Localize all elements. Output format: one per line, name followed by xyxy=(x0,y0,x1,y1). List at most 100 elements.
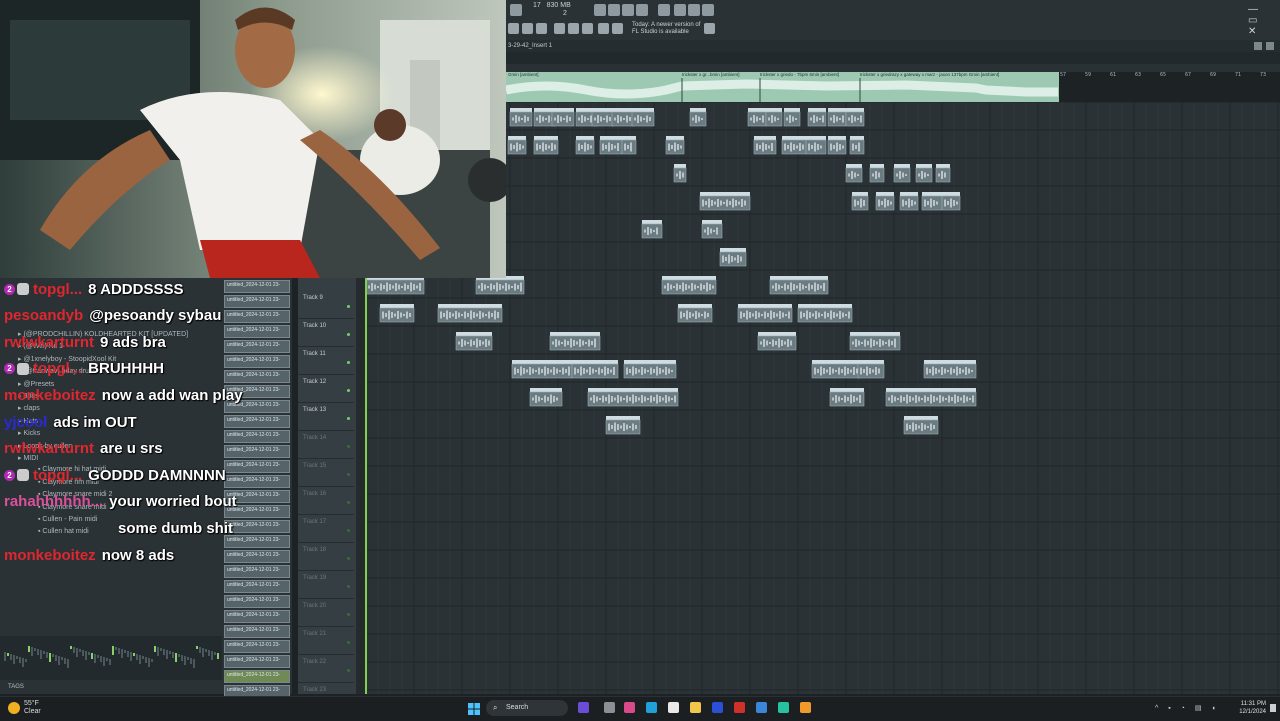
pattern-clip[interactable] xyxy=(507,136,527,155)
pattern-clip[interactable] xyxy=(797,304,853,323)
track-header[interactable]: Track 18 xyxy=(298,544,354,571)
export-icon[interactable] xyxy=(702,4,714,16)
pattern-clip[interactable] xyxy=(587,388,679,407)
pattern-clip[interactable] xyxy=(611,108,635,127)
pattern-clip[interactable] xyxy=(849,136,865,155)
pattern-clip[interactable] xyxy=(765,108,783,127)
track-header[interactable]: Track 16 xyxy=(298,488,354,515)
pin-icon[interactable] xyxy=(598,23,609,34)
pattern-item[interactable]: untitled_2024-12-01 23- xyxy=(224,415,290,428)
pattern-clip[interactable] xyxy=(805,136,827,155)
metronome-icon[interactable] xyxy=(594,4,606,16)
pattern-clip[interactable] xyxy=(757,332,797,351)
track-header[interactable]: Track 11 xyxy=(298,348,354,375)
app-icon-copilot[interactable] xyxy=(578,702,589,713)
track-active-led[interactable] xyxy=(347,417,350,420)
pattern-clip[interactable] xyxy=(533,136,559,155)
track-header[interactable]: Track 9 xyxy=(298,292,354,319)
pattern-clip[interactable] xyxy=(599,136,623,155)
track-header[interactable]: Track 22 xyxy=(298,656,354,683)
track-active-led[interactable] xyxy=(347,305,350,308)
pattern-clip[interactable] xyxy=(551,108,575,127)
update-notice[interactable]: Today: A newer version of FL Studio is a… xyxy=(632,22,712,36)
pattern-clip[interactable] xyxy=(641,220,663,239)
browser-item[interactable]: ▪ Cullen hat midi xyxy=(38,528,89,535)
cable-icon[interactable] xyxy=(612,23,623,34)
track-header[interactable]: Track 21 xyxy=(298,628,354,655)
minimize-icon[interactable] xyxy=(1254,42,1262,50)
app-icon-explorer[interactable] xyxy=(690,702,701,713)
notification-icon[interactable] xyxy=(1270,704,1276,712)
app-icon-red[interactable] xyxy=(734,702,745,713)
pattern-clip[interactable] xyxy=(875,192,895,211)
chat-icon[interactable] xyxy=(688,4,700,16)
channel-rack-icon[interactable] xyxy=(554,23,565,34)
track-active-led[interactable] xyxy=(347,585,350,588)
pattern-item[interactable]: untitled_2024-12-01 23- xyxy=(224,295,290,308)
browser-item[interactable]: ▪ Cullen - Pain midi xyxy=(38,516,97,523)
track-active-led[interactable] xyxy=(347,669,350,672)
pattern-clip[interactable] xyxy=(661,276,717,295)
pattern-clip[interactable] xyxy=(437,304,503,323)
pattern-clip[interactable] xyxy=(921,192,943,211)
plugin-icon[interactable] xyxy=(568,23,579,34)
pattern-clip[interactable] xyxy=(379,304,415,323)
pattern-list[interactable]: untitled_2024-12-01 23- untitled_2024-12-… xyxy=(222,278,292,698)
pattern-clip[interactable] xyxy=(605,416,641,435)
maximize-icon[interactable] xyxy=(1266,42,1274,50)
pattern-item[interactable]: untitled_2024-12-01 23- xyxy=(224,310,290,323)
pattern-clip[interactable] xyxy=(827,136,847,155)
track-active-led[interactable] xyxy=(347,501,350,504)
mic-icon[interactable] xyxy=(622,4,634,16)
tags-label[interactable]: TAGS xyxy=(8,684,24,690)
cut-icon[interactable] xyxy=(608,4,620,16)
pattern-item[interactable]: untitled_2024-12-01 23- xyxy=(224,655,290,668)
browser-icon[interactable] xyxy=(582,23,593,34)
pattern-clip[interactable] xyxy=(737,304,793,323)
pattern-clip[interactable] xyxy=(915,164,933,183)
pattern-clip[interactable] xyxy=(673,164,687,183)
pattern-clip[interactable] xyxy=(845,164,863,183)
pattern-clip[interactable] xyxy=(509,108,533,127)
app-icon-green[interactable] xyxy=(778,702,789,713)
pattern-clip[interactable] xyxy=(885,388,977,407)
pattern-item[interactable]: untitled_2024-12-01 23- xyxy=(224,370,290,383)
playlist-window-buttons[interactable] xyxy=(1250,40,1280,52)
piano-roll-icon[interactable] xyxy=(536,23,547,34)
track-active-led[interactable] xyxy=(347,613,350,616)
pattern-clip[interactable] xyxy=(511,360,573,379)
pattern-item[interactable]: untitled_2024-12-01 23- xyxy=(224,340,290,353)
pattern-clip[interactable] xyxy=(829,388,865,407)
weather-widget[interactable]: 55°F Clear xyxy=(24,700,41,716)
taskbar-search[interactable]: ⌕ Search xyxy=(486,700,568,716)
track-active-led[interactable] xyxy=(347,445,350,448)
track-header[interactable]: Track 17 xyxy=(298,516,354,543)
system-tray-icons[interactable]: ^ ▪ ◔ ▤ ◖ xyxy=(1155,704,1220,712)
pattern-item[interactable]: untitled_2024-12-01 23- xyxy=(224,535,290,548)
pattern-clip[interactable] xyxy=(849,332,901,351)
pattern-clip[interactable] xyxy=(665,136,685,155)
pattern-clip[interactable] xyxy=(747,108,767,127)
pattern-clip[interactable] xyxy=(591,108,615,127)
app-icon-tool[interactable] xyxy=(756,702,767,713)
window-controls[interactable]: — ▭ ✕ xyxy=(1248,4,1280,37)
pattern-item[interactable]: untitled_2024-12-01 23- xyxy=(224,445,290,458)
pattern-clip[interactable] xyxy=(857,360,885,379)
undo-icon[interactable] xyxy=(636,4,648,16)
help-icon[interactable] xyxy=(674,4,686,16)
track-active-led[interactable] xyxy=(347,361,350,364)
track-active-led[interactable] xyxy=(347,557,350,560)
pattern-clip[interactable] xyxy=(769,276,829,295)
pattern-clip[interactable] xyxy=(941,192,961,211)
track-header[interactable]: Track 12 xyxy=(298,376,354,403)
pattern-clip[interactable] xyxy=(893,164,911,183)
pattern-clip[interactable] xyxy=(529,388,563,407)
pattern-item[interactable]: untitled_2024-12-01 23- xyxy=(224,325,290,338)
pattern-clip[interactable] xyxy=(621,136,637,155)
app-icon-taskview[interactable] xyxy=(604,702,615,713)
taskbar-clock[interactable]: 11:31 PM 12/1/2024 xyxy=(1230,700,1266,716)
pattern-clip[interactable] xyxy=(827,108,847,127)
track-active-led[interactable] xyxy=(347,529,350,532)
pattern-clip[interactable] xyxy=(689,108,707,127)
timeline-ruler[interactable]: 1315171921232527293133353739414345474951… xyxy=(506,64,1280,78)
